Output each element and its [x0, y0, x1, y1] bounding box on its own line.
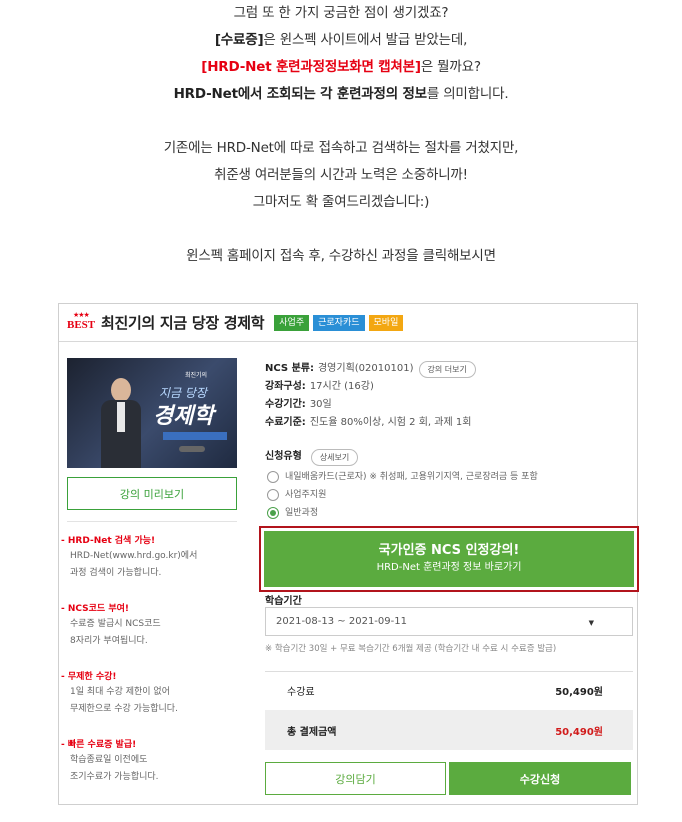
radio-option-worker-card[interactable]: 내일배움카드(근로자) ※ 취성패, 고용위기지역, 근로장려금 등 포함 — [267, 468, 635, 486]
radio-button[interactable] — [267, 471, 279, 483]
tag-employer: 사업주 — [274, 314, 310, 331]
fee-label: 수강료 — [287, 686, 315, 698]
apply-type-section: 신청유형 상세보기 내일배움카드(근로자) ※ 취성패, 고용위기지역, 근로장… — [265, 448, 635, 522]
total-row: 총 결제금액 50,490원 — [265, 710, 633, 750]
study-period-label: 학습기간 — [265, 596, 302, 607]
ncs-label: NCS 분류: — [265, 363, 314, 374]
best-badge: ★★★ BEST — [67, 311, 95, 335]
apply-type-header: 신청유형 상세보기 — [265, 448, 635, 466]
feature-title: - HRD-Net 검색 가능! — [61, 536, 156, 546]
instructor-image — [97, 378, 145, 468]
hrd-net-info-term: HRD-Net에서 조회되는 각 훈련과정의 정보 — [173, 86, 428, 102]
criteria-row: 수료기준: 진도율 80%이상, 시험 2 회, 과제 1회 — [265, 414, 625, 432]
add-to-wishlist-button[interactable]: 강의담기 — [265, 762, 446, 795]
period-row: 수강기간: 30일 — [265, 396, 625, 414]
feature-desc: 과정 검색이 가능합니다. — [70, 568, 162, 578]
tag-mobile: 모바일 — [368, 314, 404, 331]
dropdown-caret-icon: ▼ — [588, 619, 594, 627]
radio-button[interactable] — [267, 489, 279, 501]
fee-row: 수강료 50,490원 — [265, 672, 633, 708]
cta-subtitle: HRD-Net 훈련과정 정보 바로가기 — [376, 562, 522, 573]
period-label: 수강기간: — [265, 399, 306, 410]
radio-option-general[interactable]: 일반과정 — [267, 504, 635, 522]
study-period-note: ※ 학습기간 30일 + 무료 복습기간 6개월 제공 (학습기간 내 수료 시… — [265, 644, 557, 654]
intro-line-4: HRD-Net에서 조회되는 각 훈련과정의 정보를 의미합니다. — [0, 81, 682, 108]
feature-desc: 무제한으로 수강 가능합니다. — [70, 704, 178, 714]
fee-value: 50,490원 — [555, 686, 603, 698]
preview-button[interactable]: 강의 미리보기 — [67, 477, 237, 510]
intro-line-4-rest: 를 의미합니다. — [426, 86, 509, 102]
feature-desc: 조기수료가 가능합니다. — [70, 772, 159, 782]
course-card: ★★★ BEST 최진기의 지금 당장 경제학 사업주 근로자카드 모바일 최진… — [58, 303, 639, 805]
price-summary: 수강료 50,490원 총 결제금액 50,490원 — [265, 671, 633, 750]
hrd-net-capture-term: [HRD-Net 훈련과정정보화면 캡쳐본] — [201, 59, 421, 75]
intro-line-1: 그럼 또 한 가지 궁금한 점이 생기겠죠? — [233, 5, 449, 21]
cta-title: 국가인증 NCS 인정강의! — [378, 543, 520, 558]
radio-option-employer[interactable]: 사업주지원 — [267, 486, 635, 504]
radio-label: 일반과정 — [285, 508, 319, 518]
intro-line-5: 기존에는 HRD-Net에 따로 접속하고 검색하는 절차를 거쳤지만, — [163, 140, 519, 156]
period-value: 30일 — [309, 399, 332, 410]
intro-text: 그럼 또 한 가지 궁금한 점이 생기겠죠? [수료증]은 윈스펙 사이트에서 … — [0, 0, 682, 270]
hrd-net-link-button[interactable]: 국가인증 NCS 인정강의! HRD-Net 훈련과정 정보 바로가기 — [264, 531, 634, 587]
study-period-select[interactable]: 2021-08-13 ~ 2021-09-11 ▼ — [265, 607, 633, 636]
thumbnail-big-text: 경제학 — [153, 404, 214, 429]
intro-line-8: 윈스펙 홈페이지 접속 후, 수강하신 과정을 클릭해보시면 — [186, 248, 496, 264]
best-badge-label: BEST — [67, 318, 96, 331]
more-lectures-button[interactable]: 강의 더보기 — [418, 360, 476, 378]
intro-line-6: 취준생 여러분들의 시간과 노력은 소중하니까! — [214, 167, 468, 183]
certificate-term: [수료증] — [214, 32, 264, 48]
intro-line-3-rest: 은 뭘까요? — [420, 59, 481, 75]
radio-label: 사업주지원 — [285, 490, 327, 500]
tag-worker-card: 근로자카드 — [313, 314, 365, 331]
criteria-value: 진도율 80%이상, 시험 2 회, 과제 1회 — [309, 417, 472, 428]
intro-line-2-rest: 은 윈스펙 사이트에서 발급 받았는데, — [263, 32, 468, 48]
feature-title: - 빠른 수료증 발급! — [61, 740, 137, 750]
feature-desc: 1일 최대 수강 제한이 없어 — [70, 687, 170, 697]
feature-title: - 무제한 수강! — [61, 672, 117, 682]
feature-desc: 학습종료일 이전에도 — [70, 755, 148, 765]
ncs-row: NCS 분류: 경영기획(02010101) 강의 더보기 — [265, 360, 625, 378]
course-title: 최진기의 지금 당장 경제학 — [101, 314, 265, 332]
course-header: ★★★ BEST 최진기의 지금 당장 경제학 사업주 근로자카드 모바일 — [59, 304, 637, 342]
feature-desc: 8자리가 부여됩니다. — [70, 636, 148, 646]
apply-type-label: 신청유형 — [265, 451, 302, 462]
total-label: 총 결제금액 — [287, 726, 337, 738]
detail-button[interactable]: 상세보기 — [310, 448, 359, 466]
thumbnail-corner-text: 최진기의 — [185, 372, 208, 379]
feature-title: - NCS코드 부여! — [61, 604, 130, 614]
feature-ncs-code: - NCS코드 부여! 수료증 발급시 NCS코드 8자리가 부여됩니다. — [61, 602, 239, 650]
thumbnail-logo — [179, 446, 205, 452]
composition-value: 17시간 (16강) — [309, 381, 374, 392]
feature-desc: 수료증 발급시 NCS코드 — [70, 619, 161, 629]
composition-row: 강좌구성: 17시간 (16강) — [265, 378, 625, 396]
intro-line-7: 그마저도 확 줄여드리겠습니다:) — [252, 194, 430, 210]
criteria-label: 수료기준: — [265, 417, 306, 428]
intro-line-2: [수료증]은 윈스펙 사이트에서 발급 받았는데, — [0, 27, 682, 54]
total-value: 50,490원 — [555, 726, 603, 738]
intro-line-3: [HRD-Net 훈련과정정보화면 캡쳐본]은 뭘까요? — [0, 54, 682, 81]
radio-label: 내일배움카드(근로자) ※ 취성패, 고용위기지역, 근로장려금 등 포함 — [285, 472, 538, 482]
composition-label: 강좌구성: — [265, 381, 306, 392]
course-thumbnail[interactable]: 최진기의 지금 당장 경제학 — [67, 358, 237, 468]
enroll-button[interactable]: 수강신청 — [449, 762, 631, 795]
feature-hrd-search: - HRD-Net 검색 가능! HRD-Net(www.hrd.go.kr)에… — [61, 534, 239, 582]
divider — [67, 521, 237, 522]
feature-unlimited: - 무제한 수강! 1일 최대 수강 제한이 없어 무제한으로 수강 가능합니다… — [61, 670, 239, 718]
ncs-value: 경영기획(02010101) — [317, 363, 414, 374]
radio-button-selected[interactable] — [267, 507, 279, 519]
cta-highlight-frame: 국가인증 NCS 인정강의! HRD-Net 훈련과정 정보 바로가기 — [259, 526, 639, 592]
course-info: NCS 분류: 경영기획(02010101) 강의 더보기 강좌구성: 17시간… — [265, 360, 625, 432]
study-period-value: 2021-08-13 ~ 2021-09-11 — [276, 616, 407, 627]
feature-fast-certificate: - 빠른 수료증 발급! 학습종료일 이전에도 조기수료가 가능합니다. — [61, 738, 239, 786]
thumbnail-banner — [163, 432, 227, 440]
stars-icon: ★★★ — [73, 310, 90, 319]
feature-desc: HRD-Net(www.hrd.go.kr)에서 — [70, 551, 198, 561]
